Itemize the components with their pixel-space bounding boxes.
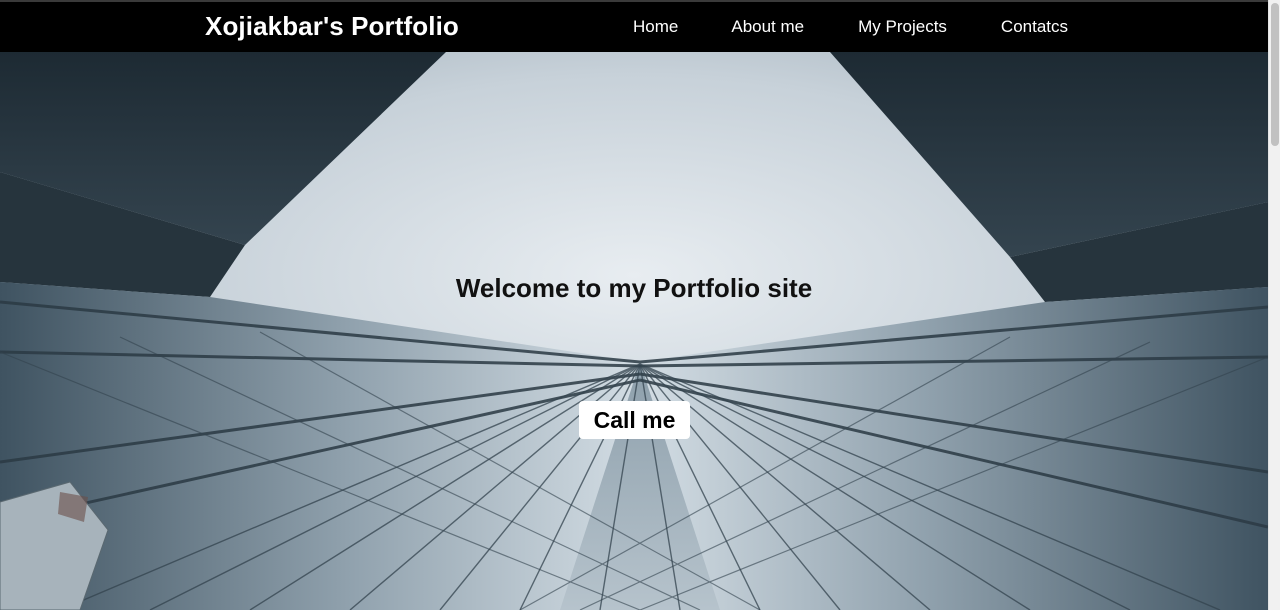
nav-link-projects[interactable]: My Projects	[858, 17, 947, 37]
call-me-button[interactable]: Call me	[579, 401, 690, 439]
navbar: Xojiakbar's Portfolio Home About me My P…	[0, 0, 1268, 52]
scrollbar-thumb[interactable]	[1271, 3, 1279, 146]
hero-title: Welcome to my Portfolio site	[455, 273, 813, 303]
page-scrollbar[interactable]	[1268, 0, 1280, 610]
nav-link-about[interactable]: About me	[731, 17, 804, 37]
page: Xojiakbar's Portfolio Home About me My P…	[0, 0, 1268, 610]
nav-links: Home About me My Projects Contatcs	[633, 17, 1068, 37]
hero-background-image	[0, 52, 1268, 610]
hero-section: Welcome to my Portfolio site Call me	[0, 52, 1268, 610]
nav-link-contacts[interactable]: Contatcs	[1001, 17, 1068, 37]
site-brand[interactable]: Xojiakbar's Portfolio	[205, 11, 459, 42]
nav-link-home[interactable]: Home	[633, 17, 678, 37]
